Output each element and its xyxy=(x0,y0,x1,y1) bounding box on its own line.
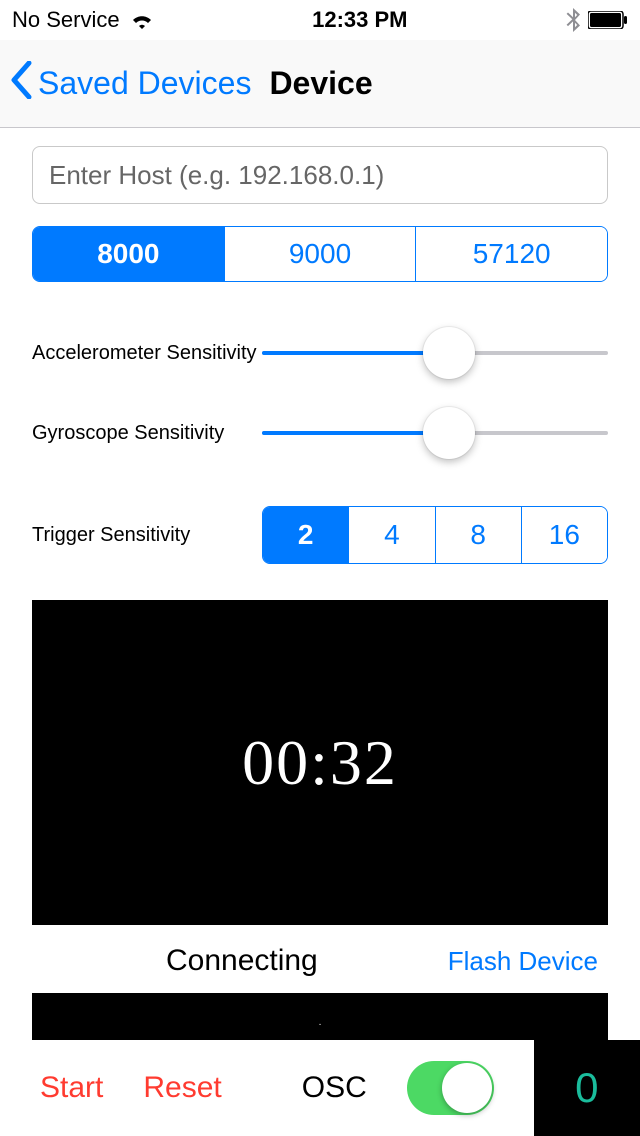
count-display: 0 xyxy=(534,1040,640,1136)
timer-value: 00:32 xyxy=(242,726,398,800)
clock-text: 12:33 PM xyxy=(312,7,407,33)
page-title: Device xyxy=(269,65,372,102)
flash-device-button[interactable]: Flash Device xyxy=(448,946,604,977)
trigger-label: Trigger Sensitivity xyxy=(32,524,262,547)
port-segmented-control: 8000 9000 57120 xyxy=(32,226,608,282)
trigger-option-8[interactable]: 8 xyxy=(435,507,521,563)
connection-status: Connecting xyxy=(36,944,448,978)
port-option-9000[interactable]: 9000 xyxy=(224,227,416,281)
timer-display: 00:32 xyxy=(32,600,608,925)
start-button[interactable]: Start xyxy=(40,1071,103,1105)
reset-button[interactable]: Reset xyxy=(143,1071,221,1105)
trigger-option-16[interactable]: 16 xyxy=(521,507,607,563)
port-option-57120[interactable]: 57120 xyxy=(415,227,607,281)
gyroscope-slider[interactable] xyxy=(262,410,608,456)
wifi-icon xyxy=(130,11,154,29)
osc-label: OSC xyxy=(302,1071,367,1105)
accelerometer-slider[interactable] xyxy=(262,330,608,376)
osc-toggle[interactable] xyxy=(407,1061,494,1115)
count-value: 0 xyxy=(575,1064,598,1112)
trigger-segmented-control: 2 4 8 16 xyxy=(262,506,608,564)
accelerometer-label: Accelerometer Sensitivity xyxy=(32,342,262,365)
status-bar: No Service 12:33 PM xyxy=(0,0,640,40)
port-option-8000[interactable]: 8000 xyxy=(33,227,224,281)
carrier-text: No Service xyxy=(12,7,120,33)
nav-bar: Saved Devices Device xyxy=(0,40,640,128)
footer-bar: Start Reset OSC 0 xyxy=(0,1040,640,1136)
back-chevron-icon[interactable] xyxy=(10,61,32,107)
bluetooth-icon xyxy=(566,8,580,32)
back-button-label[interactable]: Saved Devices xyxy=(38,65,251,102)
battery-icon xyxy=(588,11,628,29)
trigger-option-2[interactable]: 2 xyxy=(263,507,348,563)
trigger-option-4[interactable]: 4 xyxy=(348,507,434,563)
host-input[interactable] xyxy=(32,146,608,204)
gyroscope-label: Gyroscope Sensitivity xyxy=(32,422,262,445)
